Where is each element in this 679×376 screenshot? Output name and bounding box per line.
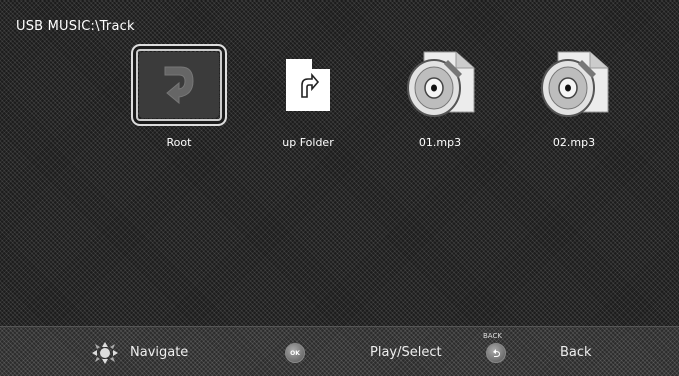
- navigate-hint-label: Navigate: [130, 345, 189, 360]
- tile-label: up Folder: [282, 136, 334, 149]
- tile-label: 02.mp3: [552, 136, 596, 149]
- breadcrumb-path: USB MUSIC:\Track: [16, 19, 135, 34]
- up-folder-icon: [286, 59, 330, 111]
- tile-file-02[interactable]: 02.mp3: [514, 44, 634, 159]
- music-disc-icon: [407, 51, 475, 117]
- navigate-dpad-icon: [92, 342, 118, 368]
- key-hint-bar: Navigate OK Play/Select BACK Back: [0, 326, 679, 376]
- tile-label: Root: [166, 136, 192, 149]
- ok-badge: OK: [285, 343, 305, 363]
- tile-up-folder[interactable]: up Folder: [248, 44, 368, 159]
- back-key-tag: BACK: [483, 332, 502, 340]
- back-button-icon: [486, 343, 506, 363]
- return-arrow-icon: [164, 66, 194, 105]
- back-hint-label: Back: [560, 345, 592, 360]
- tile-file-01[interactable]: 01.mp3: [380, 44, 500, 159]
- play-select-hint-label: Play/Select: [370, 345, 442, 360]
- tile-label: 01.mp3: [418, 136, 462, 149]
- media-browser-screen: USB MUSIC:\Track Root up Folder 01.mp3 0…: [0, 0, 679, 376]
- tile-root[interactable]: Root: [119, 44, 239, 159]
- music-disc-icon: [541, 51, 609, 117]
- ok-button-icon: OK: [285, 343, 305, 363]
